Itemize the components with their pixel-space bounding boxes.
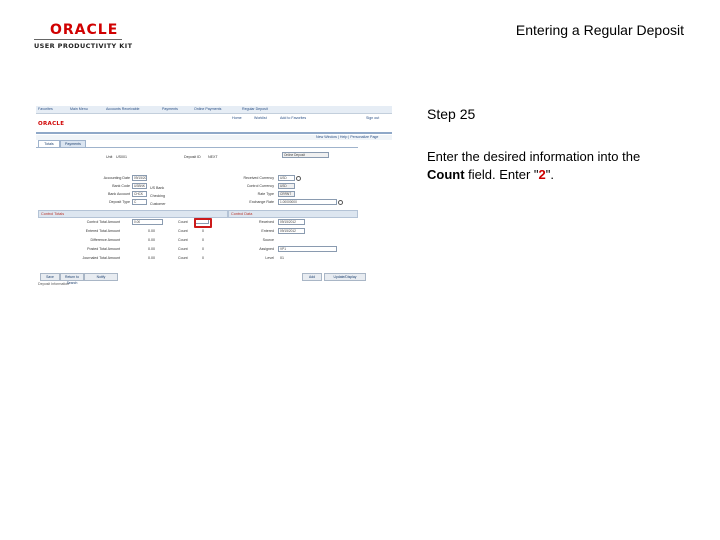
entered-total-label: Entered Total Amount — [85, 229, 120, 233]
footer-note: Deposit Information — [38, 282, 70, 286]
deposit-type-label: Deposit Type — [109, 200, 130, 204]
bank-account-desc: Checking — [150, 194, 165, 198]
assigned-label: Assigned — [259, 247, 274, 251]
link-home[interactable]: Home — [232, 116, 242, 120]
entered-date-input[interactable]: 09/15/2012 — [278, 228, 305, 234]
posted-count-label: Count — [178, 247, 188, 251]
instruction-before: Enter the desired information into the — [427, 149, 641, 164]
posted-count-value: 0 — [202, 247, 204, 251]
journaled-count-label: Count — [178, 256, 188, 260]
logo-wordmark: ORACLE — [50, 22, 119, 38]
control-total-label: Control Total Amount — [86, 220, 120, 224]
journaled-total-value: 0.00 — [148, 256, 155, 260]
count-label: Count — [178, 220, 188, 224]
nav-accounts-receivable[interactable]: Accounts Receivable — [106, 107, 140, 111]
bank-code-label: Bank Code — [112, 184, 130, 188]
assigned-input[interactable]: VP1 — [278, 246, 337, 252]
level-label: Level — [265, 256, 274, 260]
link-add-favorites[interactable]: Add to Favorites — [280, 116, 306, 120]
step-number: Step 25 — [427, 106, 476, 122]
control-total-input[interactable]: 0.00 — [132, 219, 163, 225]
instruction-middle: field. Enter " — [464, 167, 539, 182]
bank-code-input[interactable]: USBNK — [132, 183, 147, 189]
link-new-window[interactable]: New Window — [316, 135, 337, 139]
control-data-header: Control Data — [228, 210, 358, 218]
breadcrumb-nav: Favorites Main Menu Accounts Receivable … — [36, 106, 392, 114]
difference-label: Difference Amount — [90, 238, 121, 242]
window-links: New Window | Help | Personalize Page — [316, 135, 379, 139]
posted-total-value: 0.00 — [148, 247, 155, 251]
instruction-after: ". — [545, 167, 554, 182]
deposit-id-value: NEXT — [208, 155, 218, 159]
update-display-button[interactable]: Update/Display — [324, 273, 366, 281]
instruction-value: 2 — [538, 167, 546, 182]
entered-count-label: Count — [178, 229, 188, 233]
difference-count-value: 0 — [202, 238, 204, 242]
journaled-count-value: 0 — [202, 256, 204, 260]
instruction-text: Enter the desired information into the C… — [427, 148, 667, 184]
lookup-icon[interactable] — [338, 200, 343, 205]
nav-favorites[interactable]: Favorites — [38, 107, 53, 111]
link-help[interactable]: Help — [340, 135, 347, 139]
add-button[interactable]: Add — [302, 273, 322, 281]
link-worklist[interactable]: Worklist — [254, 116, 267, 120]
highlight-frame — [194, 218, 212, 228]
deposit-type-input[interactable]: C — [132, 199, 147, 205]
entered-total-value: 0.00 — [148, 229, 155, 233]
received-date-input[interactable]: 09/15/2012 — [278, 219, 305, 225]
nav-regular-deposit[interactable]: Regular Deposit — [242, 107, 268, 111]
link-sign-out[interactable]: Sign out — [366, 116, 379, 120]
nav-online-payments[interactable]: Online Payments — [194, 107, 221, 111]
nav-payments[interactable]: Payments — [162, 107, 178, 111]
control-totals-header: Control Totals — [38, 210, 228, 218]
received-currency-label: Received Currency — [243, 176, 274, 180]
entry-status-box: Online Deposit — [282, 152, 329, 158]
difference-value: 0.00 — [148, 238, 155, 242]
header-bar — [36, 132, 392, 134]
instruction-field-name: Count — [427, 167, 465, 182]
accounting-date-label: Accounting Date — [103, 176, 130, 180]
accounting-date-input[interactable]: 09/15/2012 — [132, 175, 147, 181]
bank-account-input[interactable]: CHCK — [132, 191, 147, 197]
unit-label: Unit — [106, 155, 113, 159]
nav-main-menu[interactable]: Main Menu — [70, 107, 88, 111]
bank-code-desc: US Bank — [150, 186, 165, 190]
notify-button[interactable]: Notify — [84, 273, 118, 281]
difference-count-label: Count — [178, 238, 188, 242]
journaled-total-label: Journaled Total Amount — [82, 256, 121, 260]
app-logo: ORACLE — [38, 121, 65, 127]
application-screenshot: Favorites Main Menu Accounts Receivable … — [36, 106, 392, 286]
deposit-panel: Unit US001 Deposit ID NEXT Online Deposi… — [36, 147, 358, 274]
deposit-type-desc: Customer — [150, 202, 166, 206]
slide-title: Entering a Regular Deposit — [515, 22, 684, 38]
level-value: 01 — [280, 256, 284, 260]
source-label: Source — [262, 238, 274, 242]
oracle-upk-logo: ORACLE USER PRODUCTIVITY KIT — [34, 23, 132, 50]
save-button[interactable]: Save — [40, 273, 60, 281]
rate-type-input: CRRNT — [278, 191, 295, 197]
bank-account-label: Bank Account — [108, 192, 130, 196]
link-personalize[interactable]: Personalize Page — [350, 135, 378, 139]
return-to-search-button[interactable]: Return to Search — [60, 273, 84, 285]
exchange-rate-label: Exchange Rate — [249, 200, 274, 204]
logo-subtitle: USER PRODUCTIVITY KIT — [34, 42, 133, 50]
rate-type-label: Rate Type — [257, 192, 274, 196]
received-date-label: Received — [259, 220, 274, 224]
control-currency-input: USD — [278, 183, 295, 189]
entered-date-label: Entered — [261, 229, 274, 233]
lookup-icon[interactable] — [296, 176, 301, 181]
exchange-rate-input[interactable]: 1.00000000 — [278, 199, 337, 205]
posted-total-label: Posted Total Amount — [87, 247, 120, 251]
logo-divider — [34, 39, 122, 40]
control-currency-label: Control Currency — [246, 184, 274, 188]
received-currency-input[interactable]: USD — [278, 175, 295, 181]
entered-count-value: 0 — [202, 229, 204, 233]
deposit-id-label: Deposit ID — [184, 155, 201, 159]
unit-value: US001 — [116, 155, 127, 159]
